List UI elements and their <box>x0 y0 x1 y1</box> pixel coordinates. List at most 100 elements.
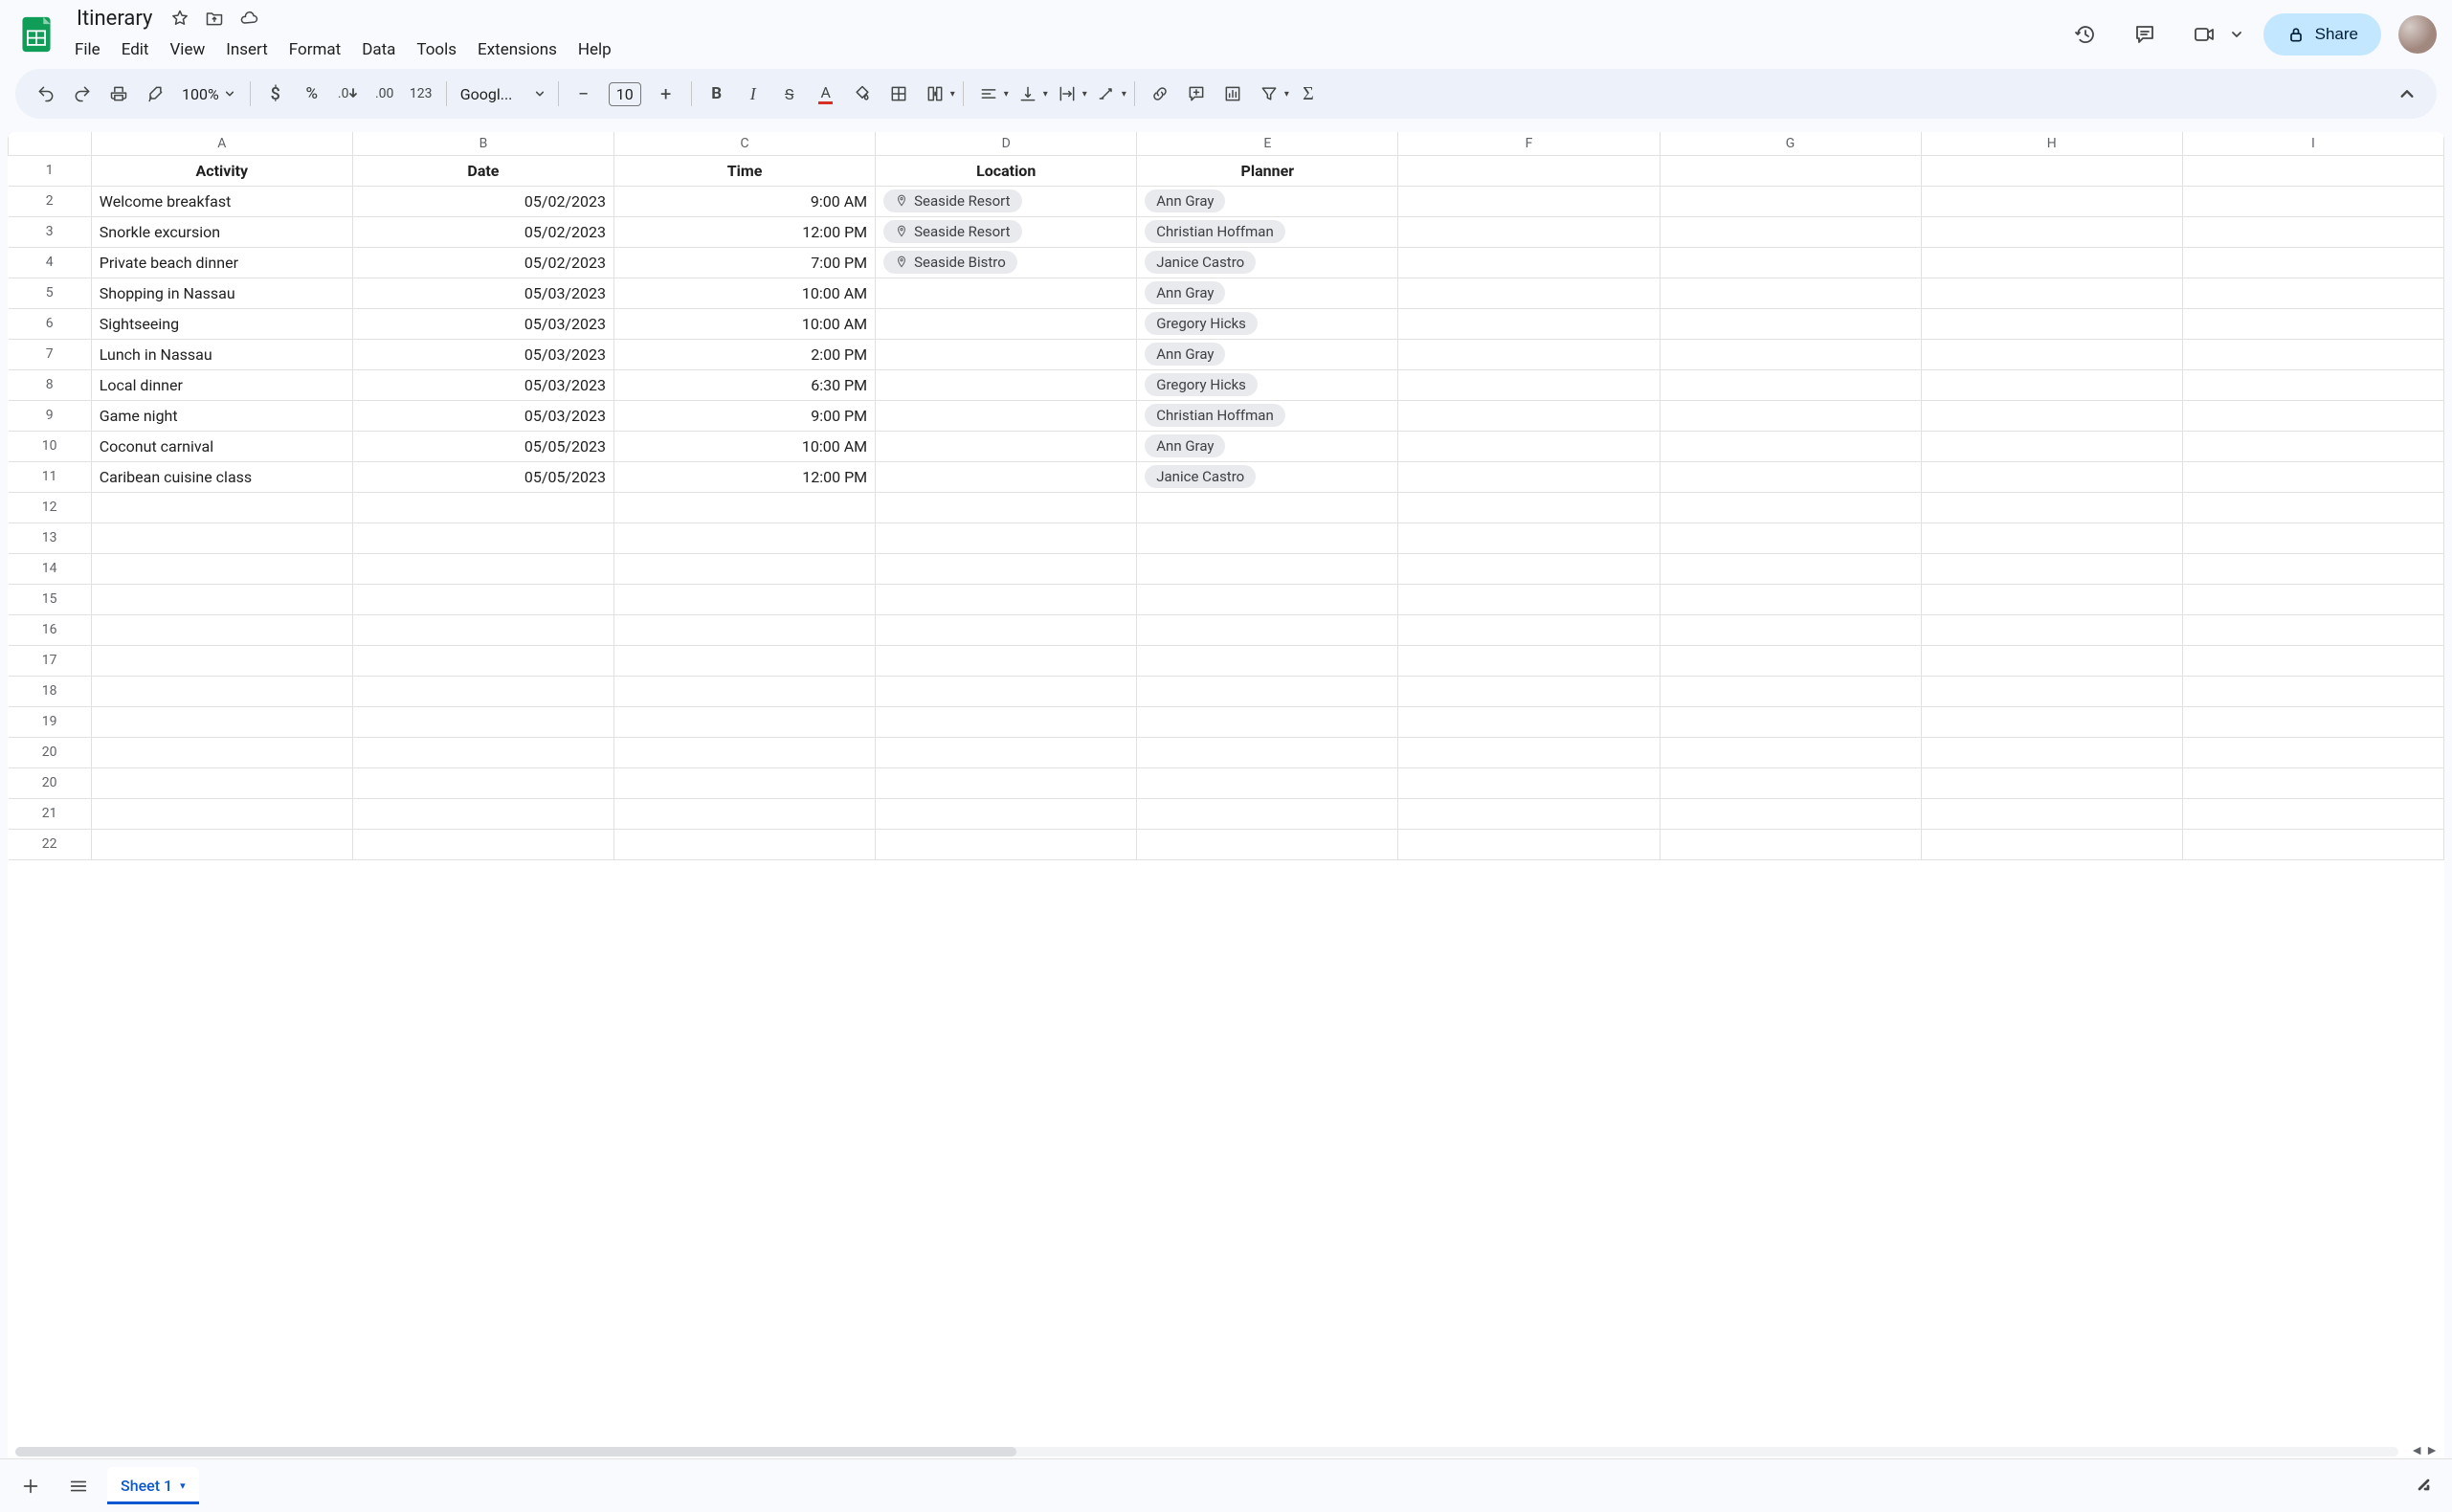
row[interactable]: 5Shopping in Nassau05/03/202310:00 AMAnn… <box>9 278 2444 308</box>
caret-down-icon[interactable]: ▾ <box>1004 89 1009 100</box>
move-icon[interactable] <box>204 8 225 29</box>
cell[interactable]: 05/03/2023 <box>352 339 613 369</box>
cell[interactable] <box>1398 308 1660 339</box>
cell[interactable] <box>2182 247 2443 278</box>
explore-button[interactable] <box>2410 1471 2441 1501</box>
undo-button[interactable] <box>29 77 63 111</box>
col-header[interactable]: B <box>352 132 613 155</box>
cell[interactable] <box>1398 829 1660 859</box>
row-header[interactable]: 22 <box>9 829 92 859</box>
cell[interactable]: 10:00 AM <box>614 308 876 339</box>
cell[interactable]: 10:00 AM <box>614 431 876 461</box>
row-header[interactable]: 13 <box>9 523 92 553</box>
increase-decimal-button[interactable]: .00 <box>368 77 402 111</box>
cell[interactable] <box>876 461 1137 492</box>
cell[interactable] <box>614 767 876 798</box>
cell[interactable] <box>1921 676 2182 706</box>
cell[interactable] <box>1921 308 2182 339</box>
cell[interactable] <box>1398 798 1660 829</box>
cell[interactable] <box>1660 829 1921 859</box>
cell[interactable] <box>876 369 1137 400</box>
cell[interactable] <box>91 645 352 676</box>
row-header[interactable]: 19 <box>9 706 92 737</box>
sheets-logo-icon[interactable] <box>15 13 57 56</box>
font-family-select[interactable]: Googl... <box>455 77 550 111</box>
cell[interactable] <box>1660 186 1921 216</box>
col-header[interactable]: E <box>1137 132 1398 155</box>
add-sheet-button[interactable] <box>11 1467 50 1505</box>
cell[interactable] <box>352 706 613 737</box>
cell[interactable] <box>1660 247 1921 278</box>
cell[interactable] <box>1398 553 1660 584</box>
caret-down-icon[interactable]: ▾ <box>950 89 955 100</box>
cell[interactable] <box>352 614 613 645</box>
cell[interactable] <box>1921 523 2182 553</box>
cell[interactable]: Christian Hoffman <box>1137 400 1398 431</box>
row-header[interactable]: 16 <box>9 614 92 645</box>
cell[interactable]: Gregory Hicks <box>1137 369 1398 400</box>
account-avatar[interactable] <box>2398 15 2437 54</box>
share-button[interactable]: Share <box>2263 13 2381 56</box>
cell[interactable] <box>1660 767 1921 798</box>
star-icon[interactable] <box>169 8 190 29</box>
cloud-status-icon[interactable] <box>238 8 259 29</box>
menu-view[interactable]: View <box>160 34 214 65</box>
row-header[interactable]: 6 <box>9 308 92 339</box>
cell[interactable] <box>1660 553 1921 584</box>
cell[interactable] <box>1137 553 1398 584</box>
cell[interactable]: Janice Castro <box>1137 461 1398 492</box>
cell[interactable] <box>352 676 613 706</box>
cell[interactable]: Shopping in Nassau <box>91 278 352 308</box>
cell[interactable]: Date <box>352 155 613 186</box>
cell[interactable]: 05/05/2023 <box>352 431 613 461</box>
row[interactable]: 22 <box>9 829 2444 859</box>
col-header[interactable]: F <box>1398 132 1660 155</box>
cell[interactable] <box>876 278 1137 308</box>
cell[interactable] <box>876 737 1137 767</box>
row[interactable]: 13 <box>9 523 2444 553</box>
cell[interactable]: Location <box>876 155 1137 186</box>
row-header[interactable]: 5 <box>9 278 92 308</box>
cell[interactable] <box>1921 737 2182 767</box>
cell[interactable] <box>1660 431 1921 461</box>
cell[interactable]: Sightseeing <box>91 308 352 339</box>
cell[interactable]: Seaside Resort <box>876 186 1137 216</box>
cell[interactable] <box>1921 645 2182 676</box>
cell[interactable] <box>1660 676 1921 706</box>
cell[interactable] <box>1398 400 1660 431</box>
cell[interactable] <box>1398 247 1660 278</box>
cell[interactable] <box>876 339 1137 369</box>
row[interactable]: 3Snorkle excursion05/02/202312:00 PMSeas… <box>9 216 2444 247</box>
cell[interactable]: 05/02/2023 <box>352 216 613 247</box>
col-header[interactable]: A <box>91 132 352 155</box>
redo-button[interactable] <box>65 77 100 111</box>
cell[interactable] <box>91 829 352 859</box>
menu-extensions[interactable]: Extensions <box>468 34 567 65</box>
meet-dropdown-icon[interactable] <box>2227 17 2246 52</box>
caret-down-icon[interactable]: ▾ <box>1284 89 1289 100</box>
cell[interactable] <box>352 523 613 553</box>
cell[interactable] <box>91 614 352 645</box>
cell[interactable] <box>2182 798 2443 829</box>
cell[interactable]: 05/02/2023 <box>352 186 613 216</box>
cell[interactable] <box>2182 553 2443 584</box>
print-button[interactable] <box>101 77 136 111</box>
col-header[interactable]: C <box>614 132 876 155</box>
cell[interactable] <box>1398 523 1660 553</box>
cell[interactable] <box>876 553 1137 584</box>
cell[interactable] <box>876 767 1137 798</box>
cell[interactable] <box>1660 155 1921 186</box>
cell[interactable] <box>1398 767 1660 798</box>
comments-icon[interactable] <box>2124 13 2166 56</box>
cell[interactable] <box>2182 614 2443 645</box>
collapse-toolbar-icon[interactable] <box>2391 78 2423 110</box>
borders-button[interactable] <box>881 77 916 111</box>
col-header[interactable]: D <box>876 132 1137 155</box>
cell[interactable] <box>876 584 1137 614</box>
col-header[interactable]: I <box>2182 132 2443 155</box>
cell[interactable] <box>352 798 613 829</box>
cell[interactable]: Coconut carnival <box>91 431 352 461</box>
cell[interactable] <box>876 706 1137 737</box>
cell[interactable]: Ann Gray <box>1137 278 1398 308</box>
cell[interactable] <box>1137 614 1398 645</box>
